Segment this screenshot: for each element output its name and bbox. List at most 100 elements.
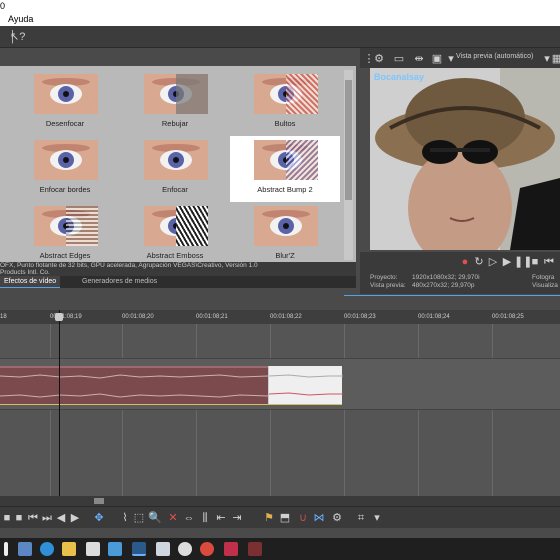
search-icon[interactable] <box>4 542 8 556</box>
stop-icon[interactable]: ■ <box>12 511 26 525</box>
trim-end-icon[interactable]: ⇥ <box>230 511 244 525</box>
lock-envelopes-icon[interactable]: ⚙ <box>330 511 344 525</box>
snap-magnet-icon[interactable]: ∪ <box>296 511 310 525</box>
audio-clip[interactable] <box>0 366 269 404</box>
effect-label: Bultos <box>274 119 296 128</box>
grid-line <box>418 324 419 496</box>
chrome-icon[interactable] <box>200 542 214 556</box>
go-to-start-icon[interactable]: ⏮ <box>542 255 556 269</box>
ignore-grouping-icon[interactable]: ⌗ <box>354 511 368 525</box>
preview-transport: ● ↻ ▷ ▶ ❚❚ ■ ⏮ <box>360 252 560 272</box>
timeline-tracks[interactable] <box>0 324 560 496</box>
playhead[interactable] <box>59 310 60 496</box>
effect-item[interactable]: Desenfocar <box>10 70 120 136</box>
loop-icon[interactable]: ↻ <box>472 255 486 269</box>
store-icon[interactable] <box>86 542 100 556</box>
trim-icon[interactable]: ⇔ <box>182 511 196 525</box>
ruler-tick: 00:01:08;20 <box>122 314 154 320</box>
playhead-handle[interactable] <box>55 313 63 321</box>
vegas-pro-icon[interactable] <box>132 542 146 556</box>
split-screen-icon[interactable]: ⇹ <box>412 52 426 66</box>
effect-item[interactable]: Abstract Edges <box>10 202 120 268</box>
ruler-tick: 00:01:08;22 <box>270 314 302 320</box>
zoom-tool-icon[interactable]: 🔍 <box>148 511 162 525</box>
chevron-down-icon[interactable]: ▾ <box>370 511 384 525</box>
menu-bar: Ayuda <box>0 12 560 26</box>
waveform <box>0 374 269 398</box>
timeline-ruler[interactable]: 18 00:01:08;19 00:01:08;20 00:01:08;21 0… <box>0 310 560 324</box>
preview-quality-icon[interactable]: ▣ <box>430 52 444 66</box>
auto-ripple-icon[interactable]: ⋈ <box>312 511 326 525</box>
edge-browser-icon[interactable] <box>40 542 54 556</box>
grid-line <box>270 324 271 496</box>
tab-video-effects[interactable]: Efectos de vídeo <box>0 276 61 288</box>
effect-label: Desenfocar <box>45 119 85 128</box>
whats-this-help-icon[interactable]: ↖? <box>10 30 25 44</box>
video-effects-browser: Desenfocar Rebujar Bultos Enfocar bordes… <box>0 66 356 262</box>
effect-item[interactable]: Abstract Emboss <box>120 202 230 268</box>
effect-label: Abstract Edges <box>39 251 91 260</box>
region-icon[interactable]: ⬒ <box>278 511 292 525</box>
file-explorer-icon[interactable] <box>62 542 76 556</box>
stop-icon[interactable]: ■ <box>528 255 542 269</box>
go-to-start-icon[interactable]: ⏮ <box>26 511 40 525</box>
grid-line <box>344 324 345 496</box>
split-icon[interactable]: ⫼ <box>198 511 212 525</box>
effects-tabs: Efectos de vídeo Generadores de medios <box>0 276 356 288</box>
trim-start-icon[interactable]: ⇤ <box>214 511 228 525</box>
task-view-icon[interactable] <box>18 542 32 556</box>
effect-label: Enfocar bordes <box>39 185 91 194</box>
effect-thumbnail <box>144 206 208 246</box>
effect-label: Blur'Z <box>275 251 295 260</box>
effect-item[interactable]: Blur'Z <box>230 202 340 268</box>
tab-media-generators[interactable]: Generadores de medios <box>78 276 161 288</box>
timeline-scrollbar[interactable] <box>0 496 560 506</box>
ruler-tick: 00:01:08;21 <box>196 314 228 320</box>
normal-edit-tool-icon[interactable]: ✥ <box>92 511 106 525</box>
selection-tool-icon[interactable]: ⬚ <box>132 511 146 525</box>
frame-label: Fotogra <box>532 274 555 281</box>
waveform <box>268 374 343 396</box>
preview-mode[interactable]: Vista previa (automático) <box>456 53 533 60</box>
play-from-start-icon[interactable]: ▷ <box>486 255 500 269</box>
grid-icon[interactable]: ▦ <box>550 52 560 66</box>
effect-item[interactable]: Enfocar <box>120 136 230 202</box>
effect-thumbnail <box>34 74 98 114</box>
go-to-end-icon[interactable]: ⏭ <box>40 511 54 525</box>
effect-item[interactable]: Enfocar bordes <box>10 136 120 202</box>
next-frame-icon[interactable]: ▶ <box>68 511 82 525</box>
mail-icon[interactable] <box>108 542 122 556</box>
menu-help[interactable]: Ayuda <box>0 14 33 24</box>
delete-icon[interactable]: ✕ <box>166 511 180 525</box>
window-title: 0 <box>0 0 560 12</box>
effect-thumbnail <box>254 140 318 180</box>
settings-icon[interactable] <box>178 542 192 556</box>
effect-label: Enfocar <box>162 185 188 194</box>
record-icon[interactable]: ● <box>458 255 472 269</box>
windows-taskbar <box>0 538 560 560</box>
effects-scrollbar[interactable] <box>344 70 353 260</box>
prev-frame-icon[interactable]: ◀ <box>54 511 68 525</box>
panel-divider <box>344 295 560 296</box>
marker-icon[interactable]: ⚑ <box>262 511 276 525</box>
effect-item[interactable]: Rebujar <box>120 70 230 136</box>
envelope-tool-icon[interactable]: ⌇ <box>118 511 132 525</box>
project-value: 1920x1080x32; 29,970i <box>412 274 480 281</box>
scroll-thumb[interactable] <box>94 498 104 504</box>
pause-icon[interactable]: ❚❚ <box>514 255 532 269</box>
app-icon[interactable] <box>156 542 170 556</box>
app-icon[interactable] <box>224 542 238 556</box>
edit-toolbar: ■ ■ ⏮ ⏭ ◀ ▶ ✥ ⌇ ⬚ 🔍 ✕ ⇔ ⫼ ⇤ ⇥ ⚑ ⬒ ∪ ⋈ ⚙ … <box>0 506 560 528</box>
settings-icon[interactable]: ⚙ <box>372 52 386 66</box>
ruler-tick: 18 <box>0 314 7 320</box>
audio-clip-selected[interactable] <box>268 366 343 404</box>
preview-overlay-text: Bocanalsay <box>374 72 425 82</box>
play-icon[interactable]: ▶ <box>500 255 514 269</box>
effect-item[interactable]: Bultos <box>230 70 340 136</box>
main-toolbar: │ ↖? <box>0 26 560 48</box>
effect-item-selected[interactable]: Abstract Bump 2 <box>230 136 340 202</box>
app-icon[interactable] <box>248 542 262 556</box>
effect-info: OFX, Punto flotante de 32 bits, GPU acel… <box>0 262 356 276</box>
external-monitor-icon[interactable]: ▭ <box>392 52 406 66</box>
effect-thumbnail <box>34 206 98 246</box>
